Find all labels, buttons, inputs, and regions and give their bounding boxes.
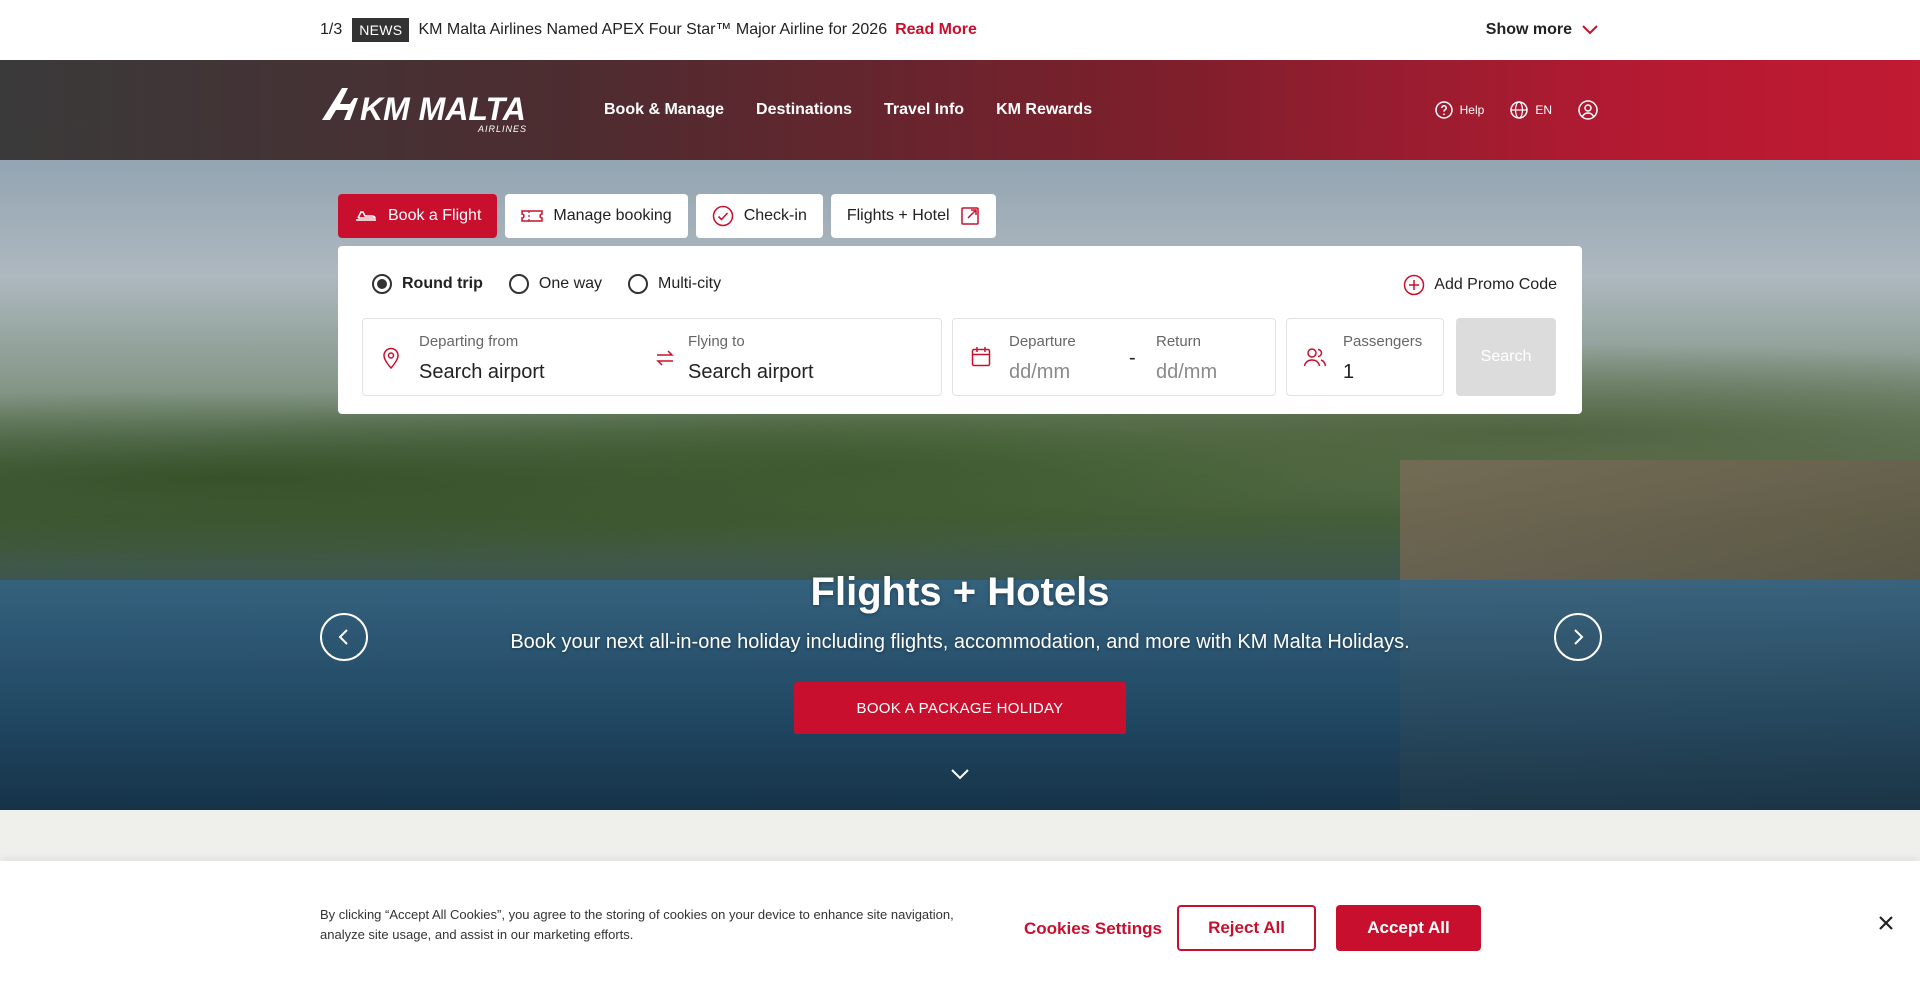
reject-all-button[interactable]: Reject All <box>1177 905 1316 951</box>
read-more-link[interactable]: Read More <box>895 21 977 39</box>
tab-manage-booking-label: Manage booking <box>553 207 672 224</box>
news-headline[interactable]: KM Malta Airlines Named APEX Four Star™ … <box>418 21 887 39</box>
calendar-icon <box>971 347 991 367</box>
radio-multi-city[interactable]: Multi-city <box>628 274 721 294</box>
swap-icon[interactable] <box>655 349 675 367</box>
radio-round-trip-label: Round trip <box>402 275 483 292</box>
user-icon <box>1578 100 1598 120</box>
tab-flights-hotel[interactable]: Flights + Hotel <box>830 194 996 238</box>
date-separator: - <box>1129 347 1136 369</box>
radio-one-way-label: One way <box>538 275 603 292</box>
news-badge: NEWS <box>352 18 410 42</box>
tab-check-in[interactable]: Check-in <box>695 194 823 238</box>
help-label: Help <box>1459 103 1485 117</box>
tab-book-flight[interactable]: Book a Flight <box>338 194 498 238</box>
radio-one-way-dot <box>508 274 529 294</box>
tab-manage-booking[interactable]: Manage booking <box>505 194 688 238</box>
km-malta-logo[interactable]: KM MALTA AIRLINES <box>320 86 530 134</box>
content-area <box>0 810 1920 860</box>
tab-book-flight-label: Book a Flight <box>388 207 482 224</box>
show-more-button[interactable]: Show more <box>1486 21 1598 39</box>
accept-all-button[interactable]: Accept All <box>1336 905 1481 951</box>
flying-to-input[interactable]: Search airport <box>688 361 814 384</box>
tab-check-in-label: Check-in <box>743 207 807 224</box>
check-circle-icon <box>712 205 733 227</box>
carousel-next-button[interactable] <box>1554 613 1602 661</box>
help-link[interactable]: Help <box>1434 101 1485 119</box>
carousel-prev-button[interactable] <box>320 613 368 661</box>
booking-panel: Round trip One way Multi-city Add Promo … <box>338 246 1582 414</box>
chevron-right-icon <box>1574 629 1584 645</box>
external-link-icon <box>960 207 979 225</box>
language-selector[interactable]: EN <box>1510 101 1552 119</box>
departing-from-label: Departing from <box>419 333 519 350</box>
cookies-settings-button[interactable]: Cookies Settings <box>1024 919 1162 939</box>
cookie-text: By clicking “Accept All Cookies”, you ag… <box>320 907 954 942</box>
cookie-banner: By clicking “Accept All Cookies”, you ag… <box>0 861 1920 993</box>
site-header: KM MALTA AIRLINES Book & Manage Destinat… <box>0 60 1920 160</box>
ticket-icon <box>521 210 544 222</box>
route-field: Departing from Search airport Flying to … <box>362 318 942 396</box>
booking-tabs: Book a Flight Manage booking Check-in Fl… <box>338 194 996 238</box>
language-label: EN <box>1535 103 1552 117</box>
show-more-label: Show more <box>1485 21 1572 38</box>
nav-book-manage[interactable]: Book & Manage <box>604 101 724 119</box>
account-button[interactable] <box>1578 100 1598 120</box>
nav-km-rewards[interactable]: KM Rewards <box>996 101 1092 119</box>
add-promo-code-button[interactable]: Add Promo Code <box>1403 274 1557 296</box>
departing-from-input[interactable]: Search airport <box>419 361 545 384</box>
news-counter: 1/3 <box>320 21 343 38</box>
hero-subtitle: Book your next all-in-one holiday includ… <box>510 631 1410 653</box>
promo-label: Add Promo Code <box>1434 276 1557 293</box>
help-icon <box>1434 101 1453 119</box>
return-date-input[interactable]: dd/mm <box>1156 361 1217 384</box>
tab-flights-hotel-label: Flights + Hotel <box>846 207 950 224</box>
return-label: Return <box>1156 333 1202 350</box>
departure-date-input[interactable]: dd/mm <box>1009 361 1070 384</box>
passengers-field[interactable]: Passengers 1 <box>1286 318 1444 396</box>
scroll-down-icon[interactable] <box>950 768 970 780</box>
radio-multi-city-label: Multi-city <box>658 275 722 292</box>
book-package-holiday-button[interactable]: BOOK A PACKAGE HOLIDAY <box>794 682 1126 734</box>
chevron-down-icon <box>1582 25 1598 35</box>
passengers-icon <box>1303 348 1327 367</box>
dates-field: Departure dd/mm - Return dd/mm <box>952 318 1276 396</box>
flying-to-label: Flying to <box>688 333 745 350</box>
radio-round-trip-dot <box>372 274 392 294</box>
globe-icon <box>1510 101 1529 119</box>
hero-title: Flights + Hotels <box>810 570 1110 614</box>
plane-icon <box>356 211 376 221</box>
search-button[interactable]: Search <box>1456 318 1556 396</box>
plus-circle-icon <box>1404 274 1425 296</box>
chevron-left-icon <box>338 629 348 645</box>
news-bar: 1/3 NEWS KM Malta Airlines Named APEX Fo… <box>0 0 1920 60</box>
trip-type-options: Round trip One way Multi-city <box>372 274 721 294</box>
radio-one-way[interactable]: One way <box>508 274 603 294</box>
radio-round-trip[interactable]: Round trip <box>372 274 483 294</box>
departure-label: Departure <box>1009 333 1076 350</box>
logo-text: KM MALTA <box>360 91 526 127</box>
nav-travel-info[interactable]: Travel Info <box>884 101 964 119</box>
radio-multi-city-dot <box>628 274 649 294</box>
header-utilities: Help EN <box>1434 60 1598 160</box>
logo-subtext: AIRLINES <box>477 124 527 134</box>
close-icon[interactable] <box>1878 915 1894 931</box>
passengers-label: Passengers <box>1343 333 1423 350</box>
nav-destinations[interactable]: Destinations <box>756 101 852 119</box>
main-nav: Book & Manage Destinations Travel Info K… <box>604 60 1092 160</box>
passengers-count: 1 <box>1343 361 1355 383</box>
location-pin-icon <box>383 347 399 370</box>
